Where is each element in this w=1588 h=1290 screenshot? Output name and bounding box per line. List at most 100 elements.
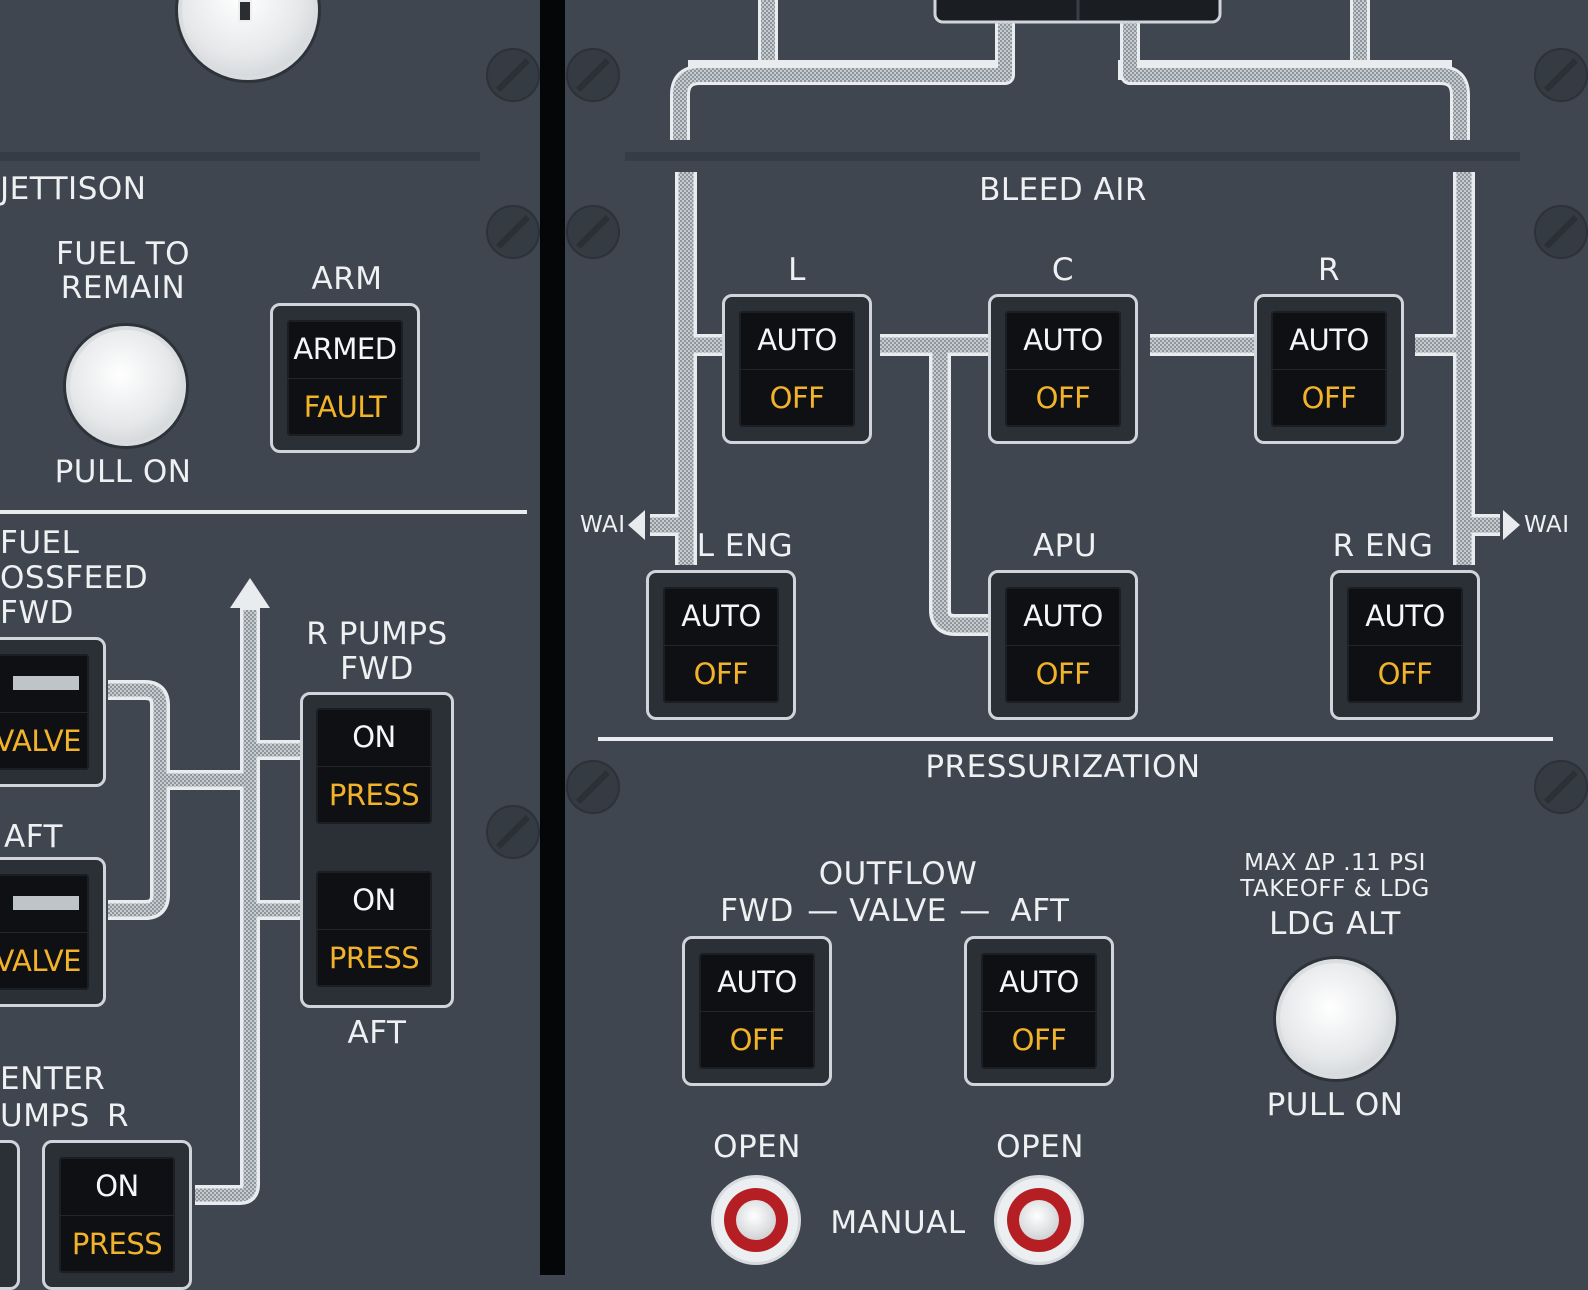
c-isln-auto-legend: AUTO <box>1005 311 1121 370</box>
r-pumps-aft-label: AFT <box>347 1015 407 1051</box>
r-pump-aft-button[interactable]: ON PRESS <box>302 857 452 1007</box>
outflow-valve-label: VALVE <box>849 893 947 929</box>
armed-legend: ARMED <box>287 320 403 379</box>
outflow-aft-manual-switch[interactable] <box>994 1175 1084 1265</box>
panel-screw <box>486 205 540 259</box>
r-isln-label: R <box>1317 252 1341 288</box>
fuel-to-remain-label-2: REMAIN <box>60 270 186 306</box>
outflow-aft-auto-legend: AUTO <box>981 953 1097 1012</box>
ldg-alt-label: LDG ALT <box>1269 906 1401 942</box>
section-separator <box>0 510 527 514</box>
wai-right-label: WAI <box>1524 512 1570 538</box>
r-pump-fwd-button[interactable]: ON PRESS <box>302 694 452 844</box>
l-eng-bleed-button[interactable]: AUTO OFF <box>646 570 796 720</box>
jettison-arm-button[interactable]: ARMED FAULT <box>270 303 420 453</box>
open-aft-label: OPEN <box>996 1129 1084 1165</box>
center-pump-r-press-legend: PRESS <box>71 1227 163 1261</box>
outflow-dash-right: — <box>959 893 991 929</box>
r-pump-aft-press-legend: PRESS <box>328 941 420 975</box>
r-isln-auto-legend: AUTO <box>1271 311 1387 370</box>
crossfeed-fwd-flow-bar <box>0 654 89 713</box>
crossfeed-aft-valve-legend: VALVE <box>0 944 82 978</box>
outflow-aft-button[interactable]: AUTO OFF <box>964 936 1114 1086</box>
r-pump-fwd-press-legend: PRESS <box>328 778 420 812</box>
center-pumps-title-1: ENTER <box>0 1061 106 1097</box>
r-isln-button[interactable]: AUTO OFF <box>1254 294 1404 444</box>
fuel-to-remain-label-1: FUEL TO <box>55 236 191 272</box>
fuel-to-remain-pull-label: PULL ON <box>54 454 192 490</box>
crossfeed-aft-button[interactable]: VALVE <box>0 857 106 1007</box>
apu-bleed-button[interactable]: AUTO OFF <box>988 570 1138 720</box>
panel-screw <box>566 760 620 814</box>
l-eng-off-legend: OFF <box>693 657 749 691</box>
apu-auto-legend: AUTO <box>1005 587 1121 646</box>
l-eng-auto-legend: AUTO <box>663 587 779 646</box>
wai-left-label: WAI <box>580 512 626 538</box>
c-isln-label: C <box>1051 252 1075 288</box>
r-eng-bleed-button[interactable]: AUTO OFF <box>1330 570 1480 720</box>
outflow-fwd-off-legend: OFF <box>729 1023 785 1057</box>
arm-label: ARM <box>311 261 383 297</box>
crossfeed-aft-label: AFT <box>4 819 63 855</box>
panel-screw <box>566 48 620 102</box>
panel-groove <box>625 152 1520 161</box>
l-isln-auto-legend: AUTO <box>739 311 855 370</box>
r-isln-off-legend: OFF <box>1301 381 1357 415</box>
r-pump-fwd-on-legend: ON <box>316 708 432 767</box>
center-pumps-title-2: UMPS <box>0 1098 90 1134</box>
c-isln-button[interactable]: AUTO OFF <box>988 294 1138 444</box>
crossfeed-title-3: FWD <box>0 595 74 631</box>
panel-screw <box>1534 205 1588 259</box>
ldg-alt-pull-label: PULL ON <box>1266 1087 1404 1123</box>
bleed-air-title: BLEED AIR <box>979 172 1147 208</box>
panel-screw <box>1534 48 1588 102</box>
fuel-to-remain-knob[interactable] <box>66 326 186 446</box>
crossfeed-aft-flow-bar <box>0 874 89 933</box>
outflow-aft-label: AFT <box>1010 893 1070 929</box>
l-isln-off-legend: OFF <box>769 381 825 415</box>
apu-off-legend: OFF <box>1035 657 1091 691</box>
center-pumps-r-label: R <box>106 1098 130 1134</box>
fault-legend: FAULT <box>303 390 387 424</box>
takeoff-ldg-label: TAKEOFF & LDG <box>1240 876 1430 902</box>
panel-groove <box>0 152 480 161</box>
crossfeed-fwd-valve-legend: VALVE <box>0 724 82 758</box>
manual-label: MANUAL <box>830 1205 966 1241</box>
max-dp-label: MAX ΔP .11 PSI <box>1244 850 1426 876</box>
open-fwd-label: OPEN <box>713 1129 801 1165</box>
outflow-fwd-button[interactable]: AUTO OFF <box>682 936 832 1086</box>
panel-screw <box>566 205 620 259</box>
crossfeed-title-1: FUEL <box>0 525 80 561</box>
ldg-alt-knob[interactable] <box>1276 959 1396 1079</box>
r-eng-off-legend: OFF <box>1377 657 1433 691</box>
r-eng-label: R ENG <box>1332 528 1434 564</box>
apu-label: APU <box>1032 528 1098 564</box>
r-pumps-title-1: R PUMPS <box>306 616 448 652</box>
r-pumps-title-2: FWD <box>340 651 414 687</box>
pressurization-title: PRESSURIZATION <box>925 749 1201 785</box>
fuel-flow-arrow <box>230 578 270 608</box>
c-isln-off-legend: OFF <box>1035 381 1091 415</box>
jettison-title: JETTISON <box>0 171 147 207</box>
outflow-aft-off-legend: OFF <box>1011 1023 1067 1057</box>
l-isln-button[interactable]: AUTO OFF <box>722 294 872 444</box>
crossfeed-fwd-button[interactable]: VALVE <box>0 637 106 787</box>
outflow-fwd-label: FWD <box>720 893 794 929</box>
outflow-dash-left: — <box>807 893 839 929</box>
panel-screw <box>486 48 540 102</box>
outflow-fwd-manual-switch[interactable] <box>711 1175 801 1265</box>
crossfeed-title-2: OSSFEED <box>0 560 149 596</box>
section-separator <box>598 737 1553 741</box>
center-pump-l-button[interactable] <box>0 1140 20 1290</box>
center-pump-r-button[interactable]: ON PRESS <box>42 1140 192 1290</box>
r-pump-aft-on-legend: ON <box>316 871 432 930</box>
l-eng-label: L ENG <box>696 528 794 564</box>
wai-left-arrow <box>628 510 645 540</box>
knob-pointer <box>238 0 252 22</box>
outflow-fwd-auto-legend: AUTO <box>699 953 815 1012</box>
l-isln-label: L <box>788 252 806 288</box>
panel-screw <box>1534 760 1588 814</box>
panel-screw <box>486 805 540 859</box>
center-pump-r-on-legend: ON <box>59 1157 175 1216</box>
wai-right-arrow <box>1503 510 1520 540</box>
